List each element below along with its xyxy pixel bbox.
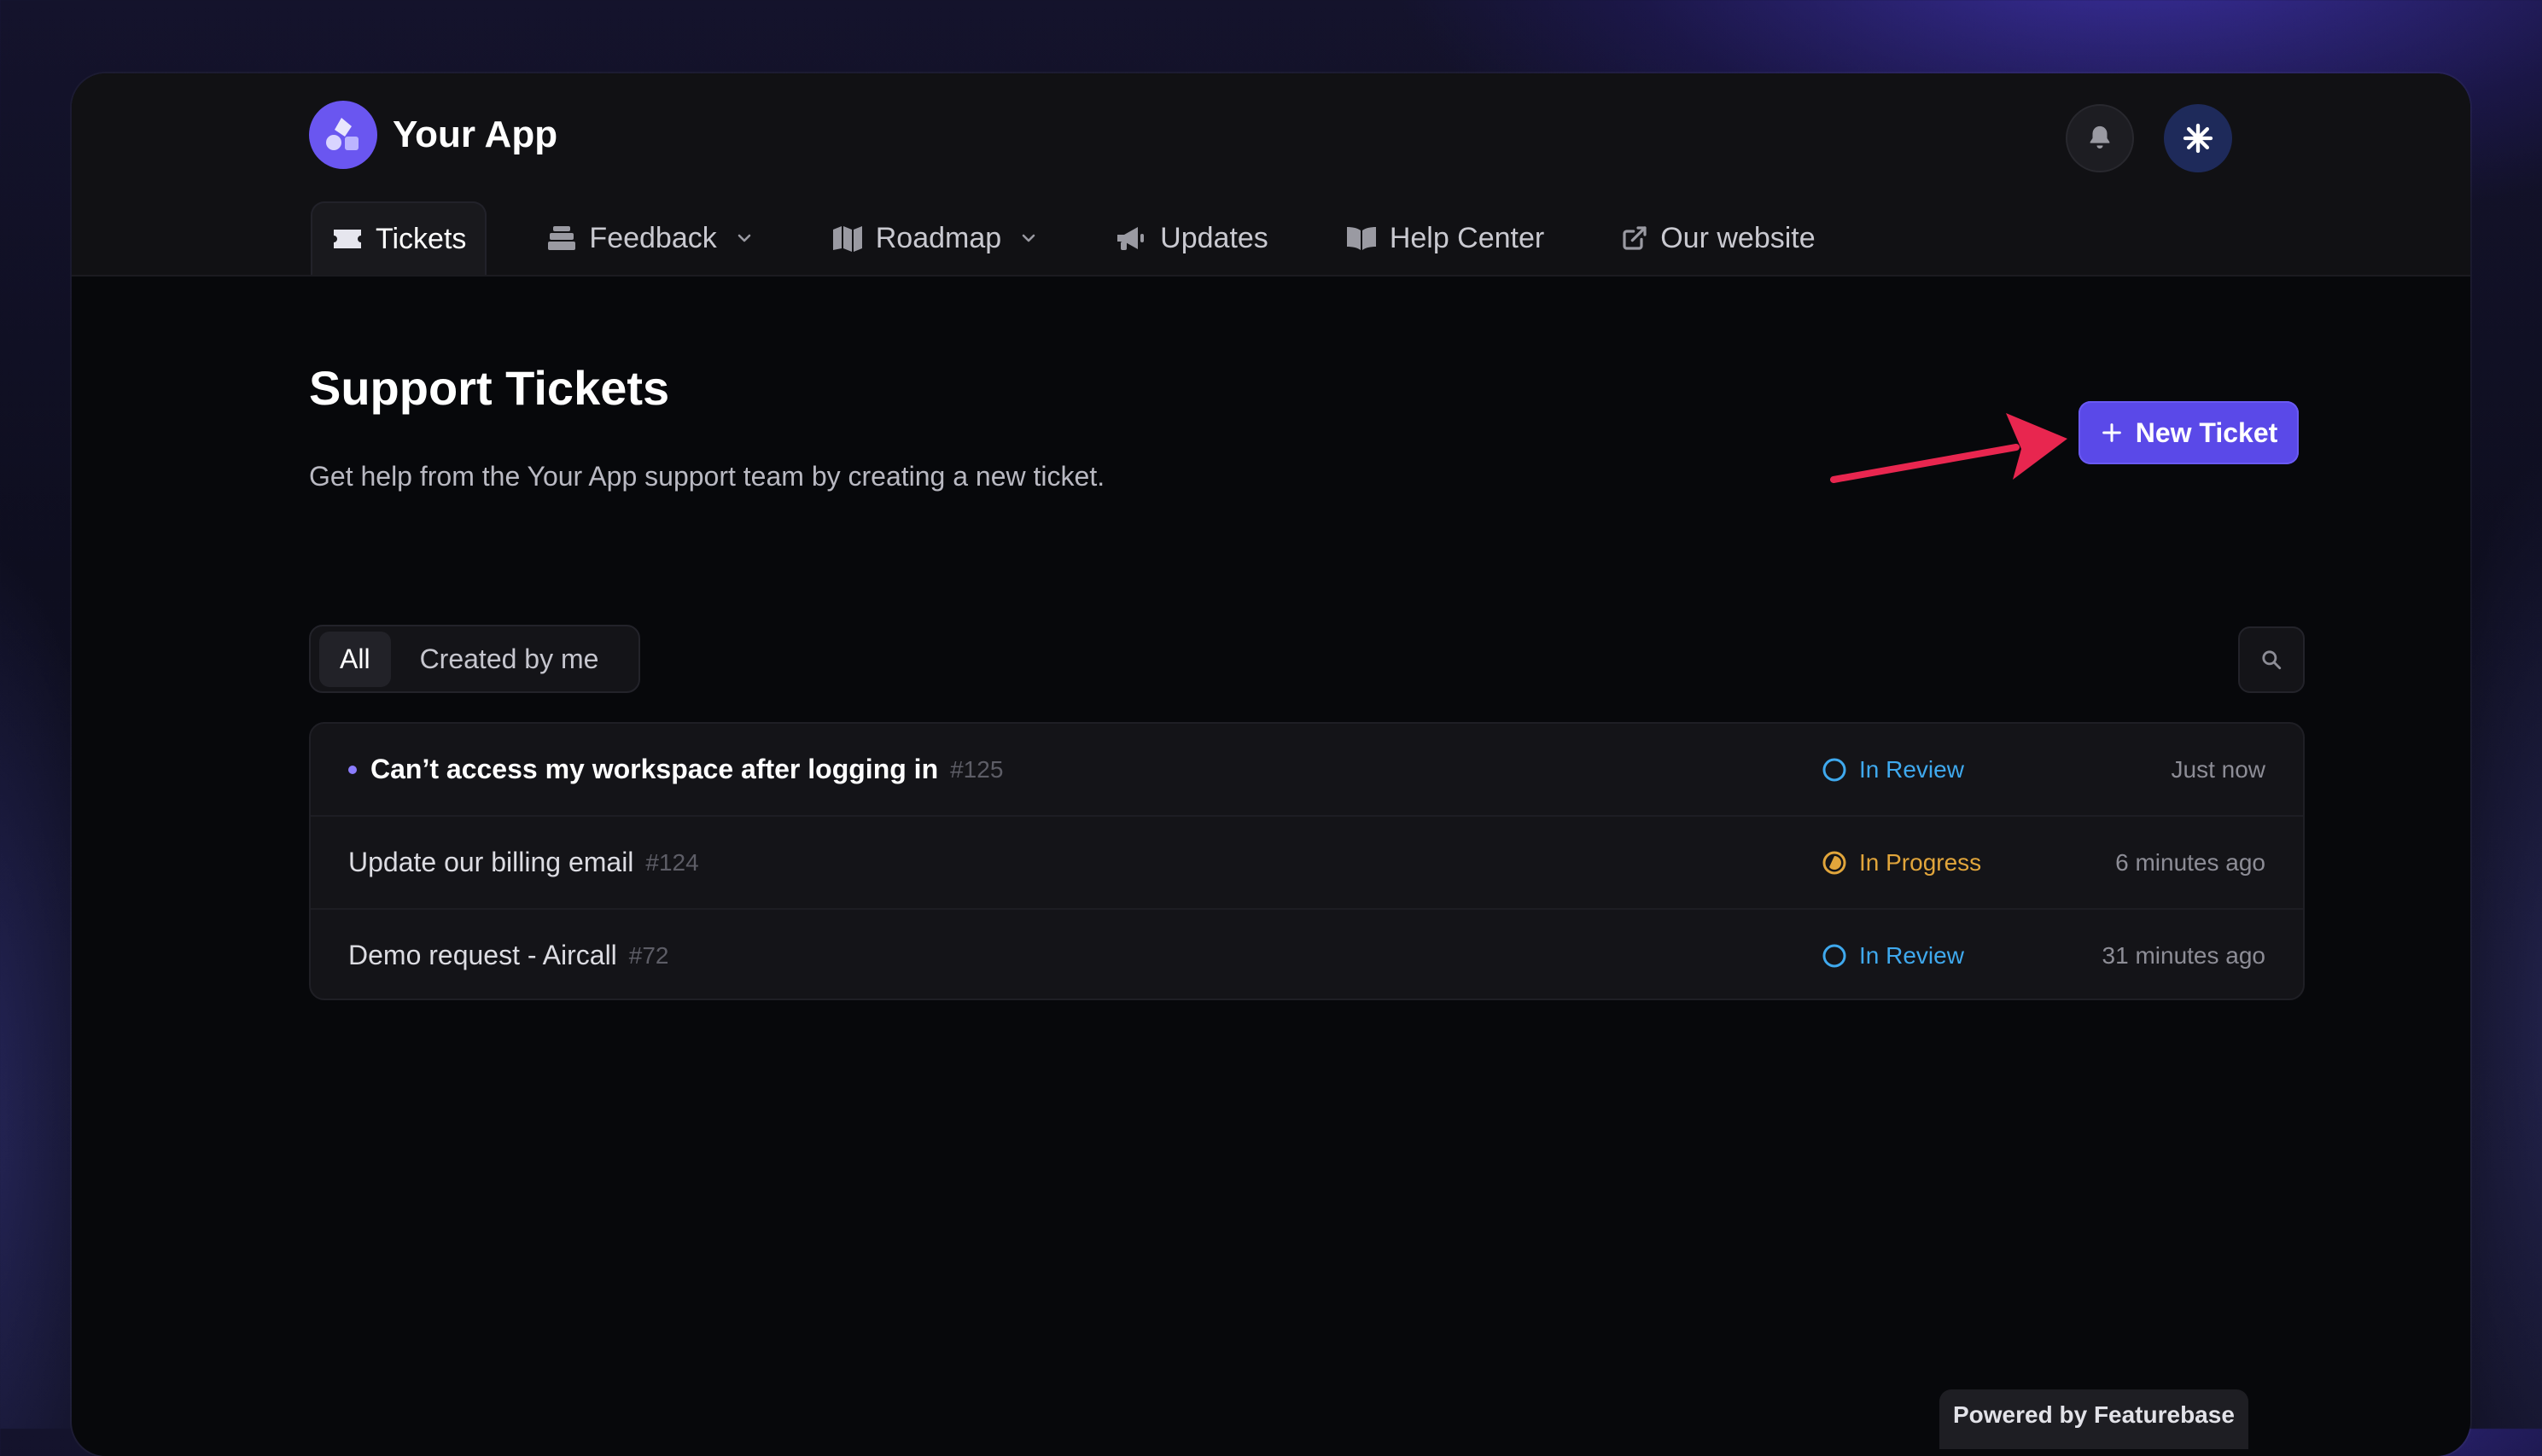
ticket-id: #72 bbox=[628, 941, 669, 969]
brand[interactable]: Your App bbox=[309, 101, 557, 169]
nav-tab-tickets[interactable]: Tickets bbox=[311, 201, 487, 275]
powered-by-badge[interactable]: Powered by Featurebase bbox=[1939, 1389, 2248, 1449]
app-window: Your App Tickets Feedback Roadmap Update… bbox=[72, 73, 2470, 1456]
app-name: Your App bbox=[393, 114, 558, 155]
search-button[interactable] bbox=[2238, 626, 2305, 693]
feedback-icon bbox=[548, 226, 576, 250]
ticket-id: #125 bbox=[950, 755, 1004, 783]
bell-icon bbox=[2090, 125, 2110, 149]
roadmap-icon bbox=[832, 226, 862, 252]
header: Your App Tickets Feedback Roadmap Update… bbox=[72, 73, 2470, 277]
status-badge: In Progress bbox=[1822, 849, 1981, 877]
app-logo-icon bbox=[309, 101, 377, 169]
nav-tab-our-website[interactable]: Our website bbox=[1602, 201, 1834, 275]
new-ticket-label: New Ticket bbox=[2135, 416, 2278, 448]
ticket-row[interactable]: Demo request - Aircall #72 In Review 31 … bbox=[311, 910, 2303, 999]
status-badge: In Review bbox=[1822, 756, 1964, 783]
filter-all[interactable]: All bbox=[319, 631, 391, 687]
ticket-filter: All Created by me bbox=[309, 625, 640, 693]
ticket-title-text: Update our billing email bbox=[348, 847, 634, 877]
status-label: In Review bbox=[1859, 755, 1964, 783]
status-badge: In Review bbox=[1822, 942, 1964, 970]
ticket-title: Can’t access my workspace after logging … bbox=[348, 754, 1003, 785]
annotation-arrow bbox=[1830, 413, 2067, 483]
external-link-icon bbox=[1623, 226, 1647, 250]
in-review-icon bbox=[1822, 758, 1846, 781]
filter-created-by-me[interactable]: Created by me bbox=[399, 632, 620, 687]
ticket-row[interactable]: Update our billing email #124 In Progres… bbox=[311, 817, 2303, 910]
nav-tab-label: Help Center bbox=[1389, 221, 1545, 254]
ticket-time: 31 minutes ago bbox=[2102, 941, 2265, 969]
nav-tab-help-center[interactable]: Help Center bbox=[1326, 201, 1563, 275]
new-ticket-button[interactable]: New Ticket bbox=[2078, 401, 2299, 464]
nav-tab-updates[interactable]: Updates bbox=[1097, 201, 1287, 275]
main-nav: Tickets Feedback Roadmap Updates Help Ce… bbox=[311, 201, 1874, 275]
search-icon bbox=[2262, 650, 2282, 670]
nav-tab-label: Feedback bbox=[589, 221, 717, 254]
ticket-id: #124 bbox=[645, 848, 699, 876]
chevron-down-icon bbox=[738, 234, 751, 242]
nav-tab-roadmap[interactable]: Roadmap bbox=[813, 201, 1058, 275]
nav-tab-label: Updates bbox=[1160, 221, 1268, 254]
ticket-icon bbox=[334, 230, 361, 248]
ticket-title: Update our billing email #124 bbox=[348, 847, 699, 878]
sparkle-icon bbox=[2183, 123, 2213, 154]
plus-icon bbox=[2102, 423, 2121, 442]
in-review-icon bbox=[1822, 944, 1846, 967]
ticket-time: Just now bbox=[2171, 755, 2266, 783]
status-label: In Review bbox=[1859, 941, 1964, 969]
nav-tab-label: Our website bbox=[1660, 221, 1816, 254]
page-subtitle: Get help from the Your App support team … bbox=[309, 461, 1105, 492]
unread-dot bbox=[348, 765, 357, 774]
ticket-title-text: Can’t access my workspace after logging … bbox=[370, 754, 939, 784]
megaphone-icon bbox=[1117, 227, 1145, 250]
status-label: In Progress bbox=[1859, 848, 1982, 876]
nav-tab-feedback[interactable]: Feedback bbox=[528, 201, 773, 275]
nav-tab-label: Roadmap bbox=[875, 221, 1002, 254]
user-avatar-button[interactable] bbox=[2164, 104, 2232, 172]
ticket-row[interactable]: Can’t access my workspace after logging … bbox=[311, 724, 2303, 817]
notifications-button[interactable] bbox=[2066, 104, 2134, 172]
ticket-title: Demo request - Aircall #72 bbox=[348, 940, 669, 971]
nav-tab-label: Tickets bbox=[376, 222, 467, 255]
chevron-down-icon bbox=[1022, 234, 1035, 242]
in-progress-icon bbox=[1822, 851, 1846, 874]
ticket-list: Can’t access my workspace after logging … bbox=[309, 722, 2305, 1000]
page-title: Support Tickets bbox=[309, 361, 670, 415]
ticket-title-text: Demo request - Aircall bbox=[348, 940, 617, 970]
book-icon bbox=[1346, 227, 1376, 250]
ticket-time: 6 minutes ago bbox=[2115, 848, 2265, 876]
